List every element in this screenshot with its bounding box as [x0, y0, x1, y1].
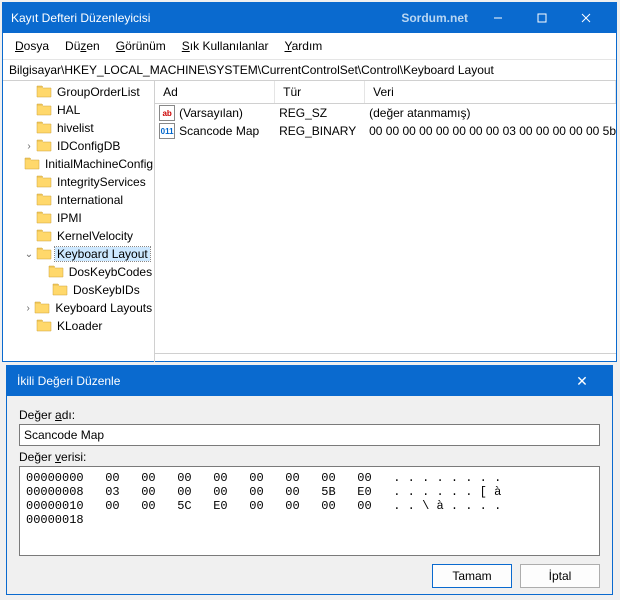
menu-file[interactable]: Dosya — [7, 35, 57, 57]
tree-item[interactable]: KernelVelocity — [3, 227, 154, 245]
value-type: REG_SZ — [279, 106, 369, 120]
tree-item[interactable]: IPMI — [3, 209, 154, 227]
folder-icon — [35, 228, 55, 245]
tree-item[interactable]: DosKeybIDs — [3, 281, 154, 299]
values-list[interactable]: ab (Varsayılan)REG_SZ(değer atanmamış) 011… — [155, 104, 616, 354]
folder-icon — [33, 300, 53, 317]
tree-item[interactable]: GroupOrderList — [3, 83, 154, 101]
folder-icon — [23, 156, 43, 173]
tree-twisty-icon[interactable]: ⌄ — [23, 249, 35, 260]
col-type[interactable]: Tür — [275, 81, 365, 103]
tree-item[interactable]: › IDConfigDB — [3, 137, 154, 155]
tree-item-label: DosKeybIDs — [71, 283, 142, 297]
value-data: 00 00 00 00 00 00 00 00 03 00 00 00 00 0… — [369, 124, 616, 138]
tree-item-label: International — [55, 193, 125, 207]
folder-icon — [35, 120, 55, 137]
value-row[interactable]: ab (Varsayılan)REG_SZ(değer atanmamış) — [155, 104, 616, 122]
maximize-button[interactable] — [520, 3, 564, 33]
folder-icon — [51, 282, 71, 299]
tree-item[interactable]: IntegrityServices — [3, 173, 154, 191]
value-name-label: Değer adı: — [19, 408, 600, 422]
tree-item-label: hivelist — [55, 121, 96, 135]
folder-icon — [35, 318, 55, 335]
folder-icon — [35, 192, 55, 209]
folder-icon — [35, 84, 55, 101]
tree-item[interactable]: International — [3, 191, 154, 209]
tree-item[interactable]: DosKeybCodes — [3, 263, 154, 281]
menu-favorites[interactable]: Sık Kullanılanlar — [174, 35, 277, 57]
tree-item[interactable]: KLoader — [3, 317, 154, 335]
cancel-button[interactable]: İptal — [520, 564, 600, 588]
hex-editor[interactable]: 00000000 00 00 00 00 00 00 00 00 . . . .… — [19, 466, 600, 556]
folder-icon — [35, 174, 55, 191]
folder-icon — [35, 246, 55, 263]
tree-item-label: Keyboard Layout — [55, 247, 150, 261]
edit-binary-dialog: İkili Değeri Düzenle ✕ Değer adı: Değer … — [6, 365, 613, 595]
value-row[interactable]: 011 Scancode MapREG_BINARY00 00 00 00 00 … — [155, 122, 616, 140]
value-name: (Varsayılan) — [179, 106, 279, 120]
tree-item-label: KLoader — [55, 319, 104, 333]
tree-item[interactable]: › Keyboard Layouts — [3, 299, 154, 317]
dialog-title: İkili Değeri Düzenle — [17, 374, 562, 388]
tree-item[interactable]: hivelist — [3, 119, 154, 137]
tree-item[interactable]: InitialMachineConfig — [3, 155, 154, 173]
dialog-close-button[interactable]: ✕ — [562, 373, 602, 390]
tree-item-label: HAL — [55, 103, 82, 117]
close-button[interactable] — [564, 3, 608, 33]
value-name: Scancode Map — [179, 124, 279, 138]
window-title: Kayıt Defteri Düzenleyicisi — [11, 11, 401, 25]
tree-item-label: GroupOrderList — [55, 85, 142, 99]
tree-item-label: Keyboard Layouts — [53, 301, 154, 315]
value-name-input[interactable] — [19, 424, 600, 446]
tree-item[interactable]: HAL — [3, 101, 154, 119]
tree-item-label: IDConfigDB — [55, 139, 122, 153]
values-pane: Ad Tür Veri ab (Varsayılan)REG_SZ(değer a… — [155, 81, 616, 362]
menubar: Dosya Düzen Görünüm Sık Kullanılanlar Ya… — [3, 33, 616, 60]
tree-item-label: KernelVelocity — [55, 229, 135, 243]
col-name[interactable]: Ad — [155, 81, 275, 103]
tree-twisty-icon[interactable]: › — [23, 141, 35, 152]
tree-twisty-icon[interactable]: › — [23, 303, 33, 314]
ok-button[interactable]: Tamam — [432, 564, 512, 588]
titlebar: Kayıt Defteri Düzenleyicisi Sordum.net — [3, 3, 616, 33]
menu-edit[interactable]: Düzen — [57, 35, 108, 57]
tree-item-label: IPMI — [55, 211, 84, 225]
minimize-button[interactable] — [476, 3, 520, 33]
tree-item-label: InitialMachineConfig — [43, 157, 155, 171]
folder-icon — [35, 210, 55, 227]
value-type: REG_BINARY — [279, 124, 369, 138]
tree-item[interactable]: ⌄ Keyboard Layout — [3, 245, 154, 263]
registry-tree[interactable]: GroupOrderList HAL hivelist › IDConfigDB Init… — [3, 81, 155, 362]
registry-editor-window: Kayıt Defteri Düzenleyicisi Sordum.net D… — [2, 2, 617, 362]
folder-icon — [47, 264, 67, 281]
value-data-label: Değer verisi: — [19, 450, 600, 464]
dialog-titlebar: İkili Değeri Düzenle ✕ — [7, 366, 612, 396]
tree-item-label: IntegrityServices — [55, 175, 148, 189]
folder-icon — [35, 102, 55, 119]
value-type-icon: ab — [159, 105, 175, 121]
menu-view[interactable]: Görünüm — [108, 35, 174, 57]
col-data[interactable]: Veri — [365, 81, 616, 103]
folder-icon — [35, 138, 55, 155]
address-bar[interactable]: Bilgisayar\HKEY_LOCAL_MACHINE\SYSTEM\Cur… — [3, 60, 616, 81]
watermark-text: Sordum.net — [401, 11, 468, 25]
value-data: (değer atanmamış) — [369, 106, 616, 120]
value-type-icon: 011 — [159, 123, 175, 139]
values-header: Ad Tür Veri — [155, 81, 616, 104]
tree-item-label: DosKeybCodes — [67, 265, 154, 279]
menu-help[interactable]: Yardım — [277, 35, 331, 57]
